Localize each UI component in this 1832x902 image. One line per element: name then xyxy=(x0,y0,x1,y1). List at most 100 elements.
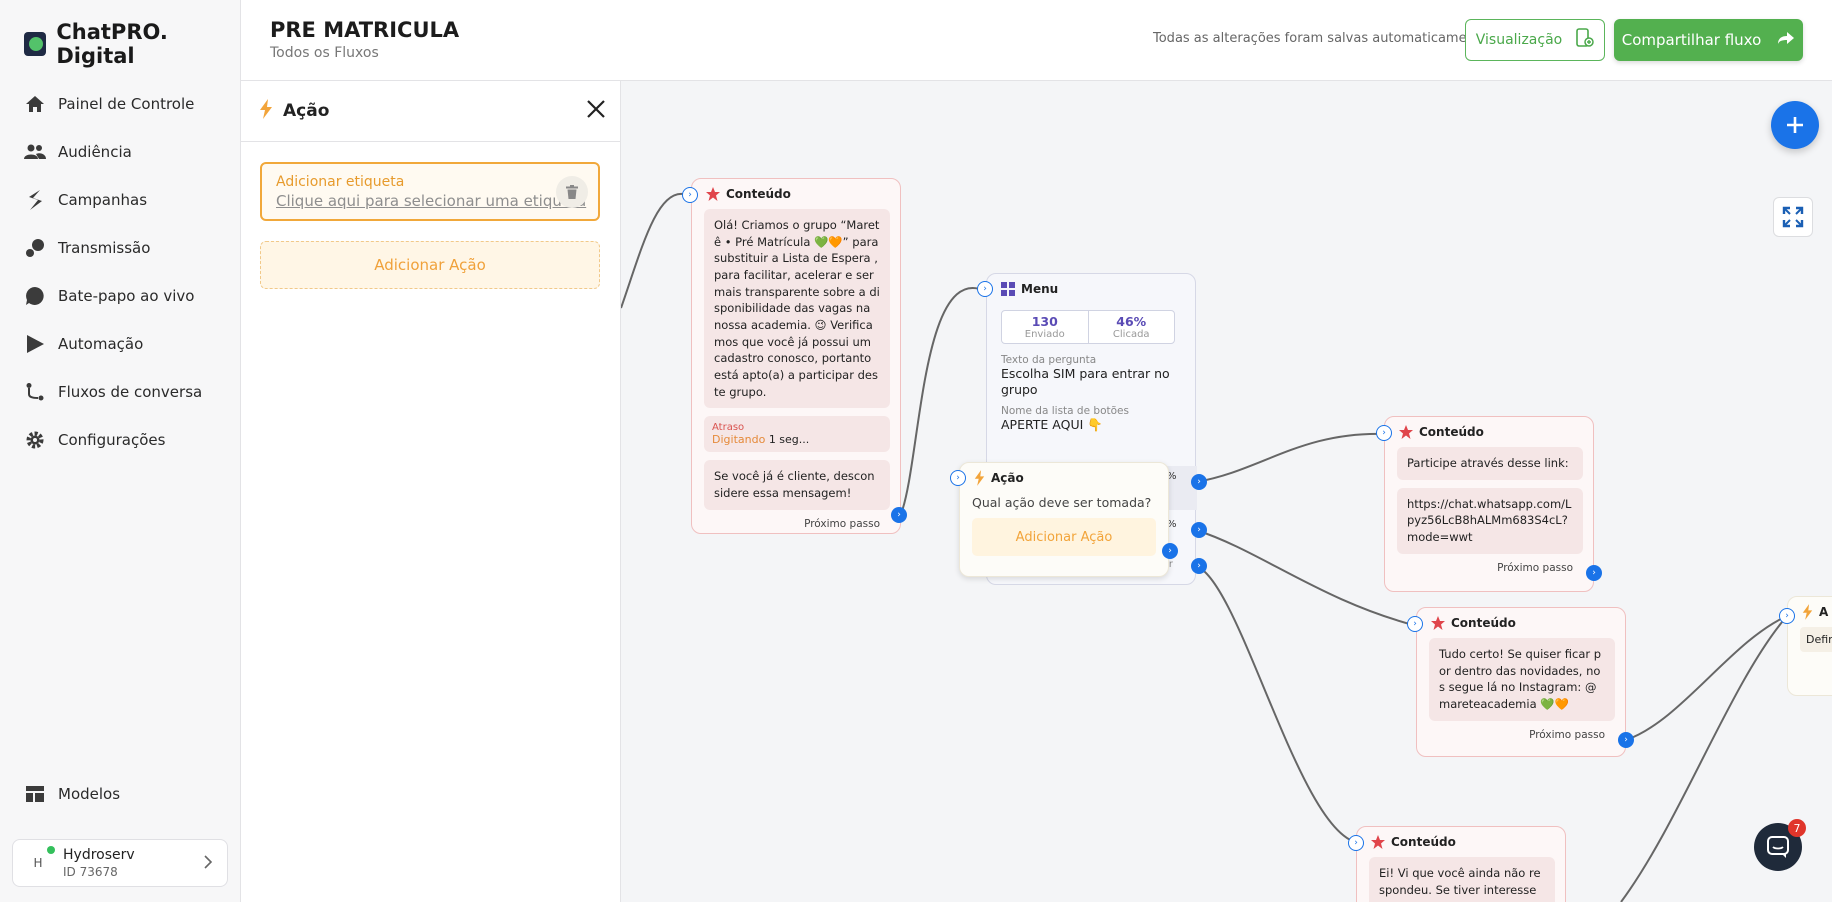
sidebar-item-label: Configurações xyxy=(58,431,166,449)
menu-node-title: Menu xyxy=(1021,282,1059,296)
action-panel: Ação Adicionar etiqueta Clique aqui para… xyxy=(241,81,621,902)
output-port[interactable]: › xyxy=(1191,474,1207,490)
content-node-title: Conteúdo xyxy=(1419,425,1484,439)
autosave-status: Todas as alterações foram salvas automat… xyxy=(1153,31,1488,46)
add-tag-title: Adicionar etiqueta xyxy=(276,174,405,190)
sidebar-item-transmissao[interactable]: Transmissão xyxy=(24,224,202,272)
plus-icon xyxy=(1787,117,1803,133)
output-port[interactable]: › xyxy=(1586,565,1602,581)
content-node[interactable]: Conteúdo Participe através desse link: h… xyxy=(1384,416,1594,592)
account-switcher[interactable]: H Hydroserv ID 73678 xyxy=(12,839,228,887)
message-bubble: Olá! Criamos o grupo “Maretê • Pré Matrí… xyxy=(704,209,890,409)
sidebar-item-label: Campanhas xyxy=(58,191,148,209)
action-panel-header: Ação xyxy=(241,81,620,142)
breadcrumb[interactable]: Todos os Fluxos xyxy=(270,45,379,61)
action-node[interactable]: Ação Qual ação deve ser tomada? Adiciona… xyxy=(959,462,1169,577)
brand-name: ChatPRO. Digital xyxy=(56,20,168,68)
broadcast-icon xyxy=(24,237,46,259)
input-port[interactable]: › xyxy=(977,281,993,297)
add-action-button[interactable]: Adicionar Ação xyxy=(972,518,1156,556)
output-port[interactable]: › xyxy=(1618,732,1634,748)
input-port[interactable]: › xyxy=(1779,608,1795,624)
delay-value: 1 seg... xyxy=(768,433,810,447)
sidebar-item-campanhas[interactable]: Campanhas xyxy=(24,176,202,224)
output-port[interactable]: › xyxy=(891,507,907,523)
sidebar-item-painel[interactable]: Painel de Controle xyxy=(24,80,202,128)
preview-button[interactable]: Visualização xyxy=(1465,19,1605,61)
input-port[interactable]: › xyxy=(1348,835,1364,851)
action-description: Defin xyxy=(1800,627,1832,652)
menu-stats: 130 Enviado 46% Clicada xyxy=(1001,310,1175,344)
brand[interactable]: ChatPRO. Digital xyxy=(24,20,240,68)
share-flow-button[interactable]: Compartilhar fluxo xyxy=(1614,19,1803,61)
close-icon[interactable] xyxy=(586,99,606,123)
flow-canvas[interactable]: Conteúdo Olá! Criamos o grupo “Maretê • … xyxy=(621,81,1832,902)
content-node-header: Conteúdo xyxy=(1385,417,1593,447)
trash-icon[interactable] xyxy=(556,176,588,208)
content-node[interactable]: Conteúdo Tudo certo! Se quiser ficar por… xyxy=(1416,607,1626,757)
input-port[interactable]: › xyxy=(1376,425,1392,441)
lightning-icon xyxy=(259,99,273,123)
message-bubble: Se você já é cliente, desconsidere essa … xyxy=(704,460,890,510)
content-node[interactable]: Conteúdo Olá! Criamos o grupo “Maretê • … xyxy=(691,178,901,534)
menu-node-header: Menu xyxy=(987,274,1195,304)
chat-bubble-icon xyxy=(1767,836,1789,858)
add-action-button[interactable]: Adicionar Ação xyxy=(260,241,600,289)
content-node-title: Conteúdo xyxy=(1391,835,1456,849)
flow-icon xyxy=(24,381,46,403)
output-port[interactable]: › xyxy=(1191,558,1207,574)
content-node-header: Conteúdo xyxy=(1417,608,1625,638)
home-icon xyxy=(24,93,46,115)
gear-icon xyxy=(24,429,46,451)
sidebar-item-audiencia[interactable]: Audiência xyxy=(24,128,202,176)
output-port[interactable]: › xyxy=(1191,522,1207,538)
campaign-icon xyxy=(24,189,46,211)
action-node-header: Ação xyxy=(960,463,1168,493)
preview-button-label: Visualização xyxy=(1475,32,1563,48)
sidebar-item-configuracoes[interactable]: Configurações xyxy=(24,416,202,464)
sidebar-item-label: Modelos xyxy=(58,785,121,803)
share-flow-label: Compartilhar fluxo xyxy=(1621,31,1762,49)
avatar: H xyxy=(27,846,55,874)
question-text: Escolha SIM para entrar no grupo xyxy=(1001,366,1170,397)
expand-icon xyxy=(1782,206,1804,228)
sidebar-item-fluxos[interactable]: Fluxos de conversa xyxy=(24,368,202,416)
next-step-label: Próximo passo xyxy=(1529,728,1605,741)
star-icon xyxy=(1431,616,1445,630)
buttons-list-label: Nome da lista de botões xyxy=(1001,405,1129,418)
sidebar-item-label: Painel de Controle xyxy=(58,95,195,113)
sidebar-item-modelos[interactable]: Modelos xyxy=(24,770,120,818)
action-panel-title: Ação xyxy=(283,101,330,121)
sidebar-bottom: Modelos xyxy=(24,770,120,818)
buttons-list-name: APERTE AQUI 👇 xyxy=(1001,417,1103,433)
add-tag-step[interactable]: Adicionar etiqueta Clique aqui para sele… xyxy=(260,162,600,221)
input-port[interactable]: › xyxy=(950,470,966,486)
sent-value: 130 xyxy=(1031,314,1058,329)
output-port[interactable]: › xyxy=(1162,543,1178,559)
input-port[interactable]: › xyxy=(1407,616,1423,632)
automation-icon xyxy=(24,333,46,355)
question-label: Texto da pergunta xyxy=(1001,354,1097,366)
sidebar-nav: Painel de Controle Audiência Campanhas T… xyxy=(24,80,202,464)
input-port[interactable]: › xyxy=(682,187,698,203)
content-node-title: Conteúdo xyxy=(1451,616,1516,630)
online-status-dot xyxy=(47,846,55,854)
add-node-button[interactable] xyxy=(1771,101,1819,149)
support-chat-button[interactable]: 7 xyxy=(1754,819,1806,871)
message-bubble: Participe através desse link: xyxy=(1397,447,1583,480)
sidebar-item-automacao[interactable]: Automação xyxy=(24,320,202,368)
avatar-initial: H xyxy=(33,856,43,870)
content-node-header: Conteúdo xyxy=(1357,827,1565,857)
sent-stat: 130 Enviado xyxy=(1002,311,1088,343)
content-node[interactable]: Conteúdo Ei! Vi que você ainda não respo… xyxy=(1356,826,1566,902)
next-step-label: Próximo passo xyxy=(804,517,880,530)
page-title: PRE MATRICULA xyxy=(270,18,460,42)
select-tag-link[interactable]: Clique aqui para selecionar uma etiqueta xyxy=(276,192,586,210)
link-bubble: https://chat.whatsapp.com/Lpyz56LcB8hALM… xyxy=(1397,487,1583,554)
sent-label: Enviado xyxy=(1024,329,1065,340)
unread-badge: 7 xyxy=(1788,819,1806,837)
account-id: ID 73678 xyxy=(63,865,118,879)
fit-view-button[interactable] xyxy=(1773,197,1813,237)
sidebar-item-batepapo[interactable]: Bate-papo ao vivo xyxy=(24,272,202,320)
clicked-value: 46% xyxy=(1116,314,1147,329)
